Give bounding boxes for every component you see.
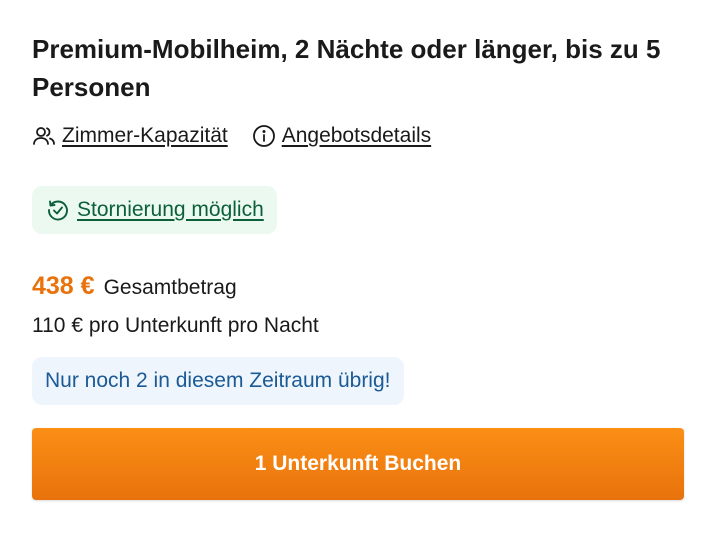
offer-details-label: Angebotsdetails [281,124,432,147]
cancellation-badge[interactable]: Stornierung möglich [32,186,277,234]
room-capacity-link[interactable]: Zimmer-Kapazität [32,124,228,148]
info-icon [252,124,276,148]
offer-details-link[interactable]: Angebotsdetails [252,124,431,148]
availability-notice: Nur noch 2 in diesem Zeitraum übrig! [32,357,404,405]
offer-links: Zimmer-Kapazität Angebotsdetails [32,121,684,151]
room-capacity-label: Zimmer-Kapazität [62,124,228,147]
cancellation-label: Stornierung möglich [77,198,264,221]
total-price: 438 € [32,272,95,300]
book-button[interactable]: 1 Unterkunft Buchen [32,428,684,500]
people-icon [32,124,56,148]
price-per-night: 110 € pro Unterkunft pro Nacht [32,314,319,337]
availability-notice-text: Nur noch 2 in diesem Zeitraum übrig! [45,369,391,392]
offer-title: Premium-Mobilheim, 2 Nächte oder länger,… [32,34,661,102]
clock-check-icon [46,198,70,222]
price-row: 438 € Gesamtbetrag [32,272,684,306]
total-price-label: Gesamtbetrag [103,276,237,299]
offer-card: Premium-Mobilheim, 2 Nächte oder länger,… [32,30,684,500]
